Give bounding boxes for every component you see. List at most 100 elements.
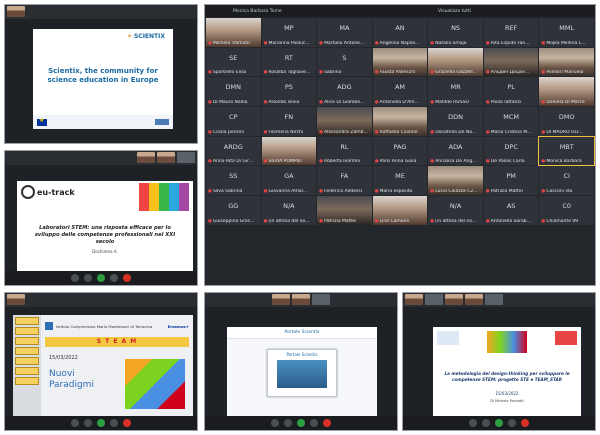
participant-tile[interactable]: REF ● Rita Espido Fan...	[483, 18, 539, 47]
participant-tile[interactable]: PS ● Palombi silvia	[261, 77, 317, 106]
muted-mic-icon: ●	[208, 218, 212, 224]
participant-initials: PAG	[393, 142, 407, 151]
participant-name-text: Martullo Antone...	[324, 40, 365, 46]
slide-thumbnail[interactable]	[15, 347, 39, 355]
participant-tile[interactable]: ● Fausta Palleschi	[372, 47, 428, 77]
participant-tile[interactable]: PAG ● Paris Anna Gioia	[372, 136, 428, 166]
mic-button[interactable]	[271, 419, 279, 427]
participant-name-text: Silva Sabrina	[212, 188, 243, 194]
participant-tile[interactable]: DPC ● De Paolis Carlo	[483, 136, 539, 166]
participant-thumbnail[interactable]	[405, 294, 423, 305]
participant-tile[interactable]: NS ● Natalia Smajo	[428, 18, 483, 47]
participant-tile[interactable]: ● Patrizia Mattei	[317, 195, 372, 225]
more-button[interactable]	[110, 419, 118, 427]
mic-button[interactable]	[469, 419, 477, 427]
mic-button[interactable]	[71, 274, 79, 282]
participant-initials: FN	[284, 112, 294, 121]
slide-thumbnail[interactable]	[15, 317, 39, 325]
participant-tile[interactable]: ● Альден Доцан...	[483, 47, 539, 77]
participant-tile[interactable]: FN ● Filomena Nirchi	[261, 106, 317, 136]
participant-tile[interactable]: ● Lucia Caiazza C2...	[428, 166, 483, 195]
slide-thumbnail[interactable]	[15, 367, 39, 375]
share-button[interactable]	[97, 419, 105, 427]
participant-thumbnail[interactable]	[425, 294, 443, 305]
participant-tile[interactable]: ME ● Maria esposito	[372, 166, 428, 195]
participant-tile[interactable]: ● SILVIA POMPILI	[261, 136, 317, 166]
participant-tile[interactable]: SS ● Silva Sabrina	[206, 166, 261, 195]
participant-tile[interactable]: CP ● Cinzia perroni	[206, 106, 261, 136]
participant-tile[interactable]: ● Daniela Di Marce	[539, 77, 594, 106]
participant-tile[interactable]: MA ● Martullo Antone...	[317, 18, 372, 47]
participant-tile[interactable]: RL ● Roberta Ieardini	[317, 136, 372, 166]
share-button[interactable]	[97, 274, 105, 282]
participant-tile[interactable]: PL ● Paola Iattanzi	[483, 77, 539, 106]
participant-tile[interactable]: DDN ● Donatella De Na...	[428, 106, 483, 136]
participant-tile[interactable]: ● Raffaella Caiaine	[372, 106, 428, 136]
participant-tile[interactable]: AM ● Antonella D'Am...	[372, 77, 428, 106]
participant-name: ● Anna Rita Di Gir...	[208, 159, 260, 164]
participant-tile[interactable]: C0 ● Chiamante 09	[539, 195, 594, 225]
participant-tile[interactable]: ARDG ● Anna Rita Di Gir...	[206, 136, 261, 166]
participant-tile[interactable]: CI ● Casconi ida	[539, 166, 594, 195]
hangup-button[interactable]	[123, 419, 131, 427]
slide-thumbnail[interactable]	[15, 337, 39, 345]
participant-tile[interactable]: ADA ● Annalisa De Ang...	[428, 136, 483, 166]
mic-button[interactable]	[71, 419, 79, 427]
participant-thumbnail[interactable]	[312, 294, 330, 305]
participant-tile[interactable]: MCM ● Maria Cristina M...	[483, 106, 539, 136]
participant-tile[interactable]: ● Alessandra Zamb...	[317, 106, 372, 136]
participant-tile[interactable]: ● Polidori Manuela	[539, 47, 594, 77]
participant-thumbnail[interactable]	[465, 294, 483, 305]
participant-tile[interactable]: GG ● Giuseppina Gros...	[206, 195, 261, 225]
participant-thumbnail[interactable]	[272, 294, 290, 305]
participant-thumbnail[interactable]	[7, 294, 25, 305]
participant-tile[interactable]: AN ● Angelina Napoli...	[372, 18, 428, 47]
participant-tile[interactable]: N/A ● [in attesa del no...	[261, 195, 317, 225]
muted-mic-icon: ●	[263, 159, 268, 165]
participant-thumbnail[interactable]	[445, 294, 463, 305]
participant-tile[interactable]: ● Michela Tramizzi	[206, 18, 261, 47]
participant-tile[interactable]: DMO ● DI MAURO OLI...	[539, 106, 594, 136]
more-button[interactable]	[310, 419, 318, 427]
participant-tile[interactable]: RT ● Rosalba Tagliave...	[261, 47, 317, 77]
participant-thumbnail[interactable]	[137, 152, 155, 163]
participant-thumbnail[interactable]	[485, 294, 503, 305]
participant-thumbnail[interactable]	[292, 294, 310, 305]
participant-tile[interactable]: MBT ● Monica Barbara	[538, 135, 595, 167]
camera-button[interactable]	[84, 274, 92, 282]
participant-tile[interactable]: ADG ● Alice Di Giambe...	[317, 77, 372, 106]
participant-thumbnail[interactable]	[7, 6, 25, 17]
share-button[interactable]	[297, 419, 305, 427]
participant-tile[interactable]: SE ● Sportiello Elisa	[206, 47, 261, 77]
hangup-button[interactable]	[123, 274, 131, 282]
more-button[interactable]	[110, 274, 118, 282]
camera-button[interactable]	[284, 419, 292, 427]
participant-tile[interactable]: MP ● Marianna Paoluc...	[261, 18, 317, 47]
participant-tile[interactable]: MR ● Matilde RUSSO	[428, 77, 483, 106]
participant-tile[interactable]: FA ● Federica Addessi	[317, 166, 372, 195]
participant-tile[interactable]: N/A ● [in attesa del no...	[428, 195, 483, 225]
participants-gallery: Monica Barbara Tome Visualizza tutti ● Mi…	[204, 4, 596, 286]
participant-thumbnail[interactable]	[177, 152, 195, 163]
view-all-dropdown[interactable]: Visualizza tutti	[438, 9, 471, 14]
hangup-button[interactable]	[521, 419, 529, 427]
participant-tile[interactable]: S ● Sabrina	[317, 47, 372, 77]
participant-tile[interactable]: AS ● Antonella Sorab...	[483, 195, 539, 225]
camera-button[interactable]	[482, 419, 490, 427]
more-button[interactable]	[508, 419, 516, 427]
hangup-button[interactable]	[323, 419, 331, 427]
participant-thumbnail[interactable]	[157, 152, 175, 163]
muted-mic-icon: ●	[485, 70, 490, 76]
slide-thumbnail[interactable]	[15, 327, 39, 335]
slide-thumbnail[interactable]	[15, 357, 39, 365]
participant-tile[interactable]: ● Lina Camone	[372, 195, 428, 225]
participant-tile[interactable]: DMN ● Di Mauro Nadia	[206, 77, 261, 106]
share-button[interactable]	[495, 419, 503, 427]
participant-tile[interactable]: PM ● Patrizia Mattei	[483, 166, 539, 195]
participant-tile[interactable]: MML ● Mojka Melena L...	[539, 18, 594, 47]
camera-button[interactable]	[84, 419, 92, 427]
slide-title: Scientix, the community for science educ…	[47, 67, 159, 84]
slide-thumbnail[interactable]	[15, 377, 39, 385]
participant-tile[interactable]: ● Graziella Gazzell...	[428, 47, 483, 77]
participant-tile[interactable]: GA ● Giovanna Amar...	[261, 166, 317, 195]
